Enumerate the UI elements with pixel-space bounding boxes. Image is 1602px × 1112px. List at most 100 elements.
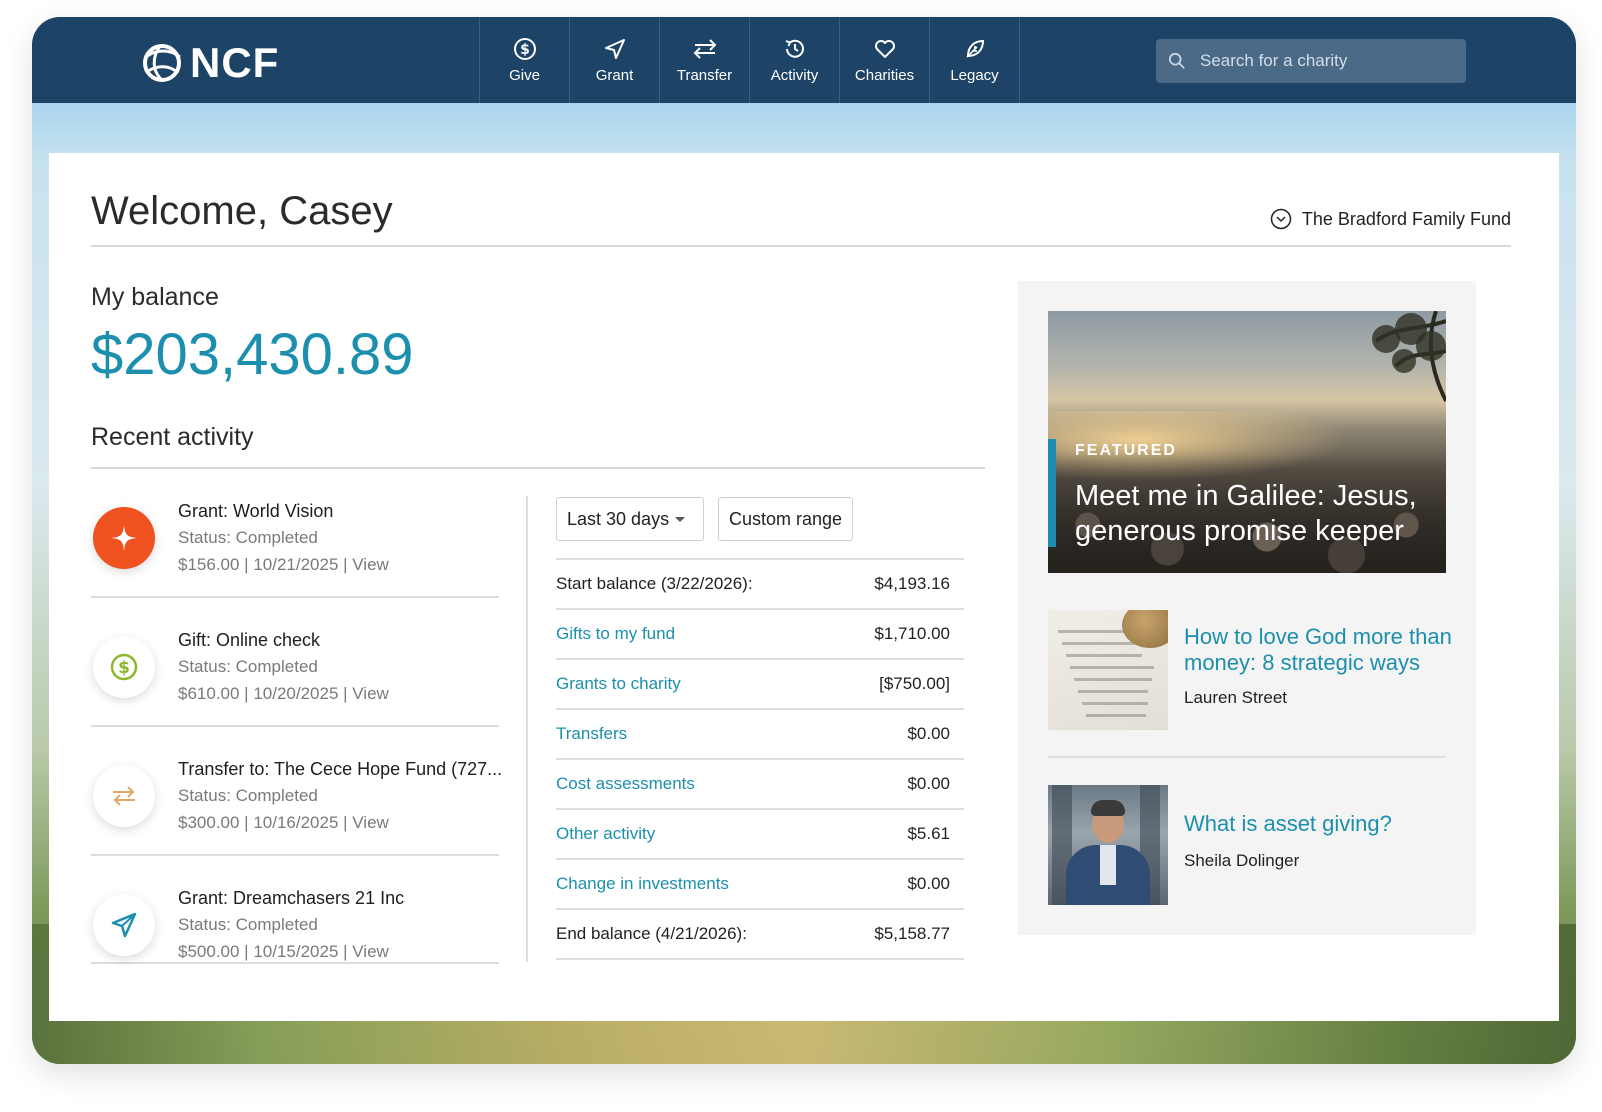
summary-row-cost-assessments: Cost assessments $0.00 (556, 760, 964, 810)
activity-meta[interactable]: $300.00 | 10/16/2025 | View (178, 813, 389, 833)
history-icon (785, 39, 804, 58)
activity-list: Grant: World Vision Status: Completed $1… (91, 469, 503, 964)
logo-text: NCF (190, 39, 280, 86)
range-controls: Last 30 days Custom range (556, 497, 854, 541)
custom-range-button[interactable]: Custom range (718, 497, 854, 541)
featured-accent-bar (1048, 439, 1056, 547)
caret-down-icon (675, 516, 685, 522)
summary-amount: $5,158.77 (874, 924, 950, 943)
globe-logo-icon (143, 44, 181, 82)
dollar-circle-icon: $ (93, 636, 155, 698)
summary-link-gifts[interactable]: Gifts to my fund (556, 624, 675, 644)
activity-meta[interactable]: $500.00 | 10/15/2025 | View (178, 942, 389, 962)
nav-legacy-label: Legacy (950, 66, 999, 84)
world-vision-logo-icon (93, 507, 155, 569)
grant-plane-icon (111, 912, 137, 938)
summary-row-end-balance: End balance (4/21/2026): $5,158.77 (556, 910, 964, 960)
summary-link-grants[interactable]: Grants to charity (556, 674, 681, 694)
summary-row-grants: Grants to charity [$750.00] (556, 660, 964, 710)
summary-amount: $5.61 (907, 824, 950, 843)
nav-grant[interactable]: Grant (570, 17, 660, 103)
fund-name: The Bradford Family Fund (1301, 208, 1511, 229)
article-title[interactable]: What is asset giving? (1184, 811, 1454, 837)
top-navigation: NCF $ Give Grant Transfer Activity Chari… (32, 17, 1576, 103)
ncf-logo[interactable]: NCF (140, 39, 279, 87)
article-card[interactable]: What is asset giving? Sheila Dolinger (1048, 785, 1446, 905)
summary-amount: $0.00 (907, 774, 950, 793)
activity-title: Gift: Online check (178, 630, 321, 650)
svg-text:$: $ (520, 42, 530, 58)
summary-link-cost-assessments[interactable]: Cost assessments (556, 774, 695, 794)
heart-icon (874, 39, 895, 58)
summary-label: End balance (4/21/2026): (556, 924, 747, 943)
activity-meta[interactable]: $610.00 | 10/20/2025 | View (178, 684, 389, 704)
nav-activity-label: Activity (770, 66, 819, 84)
welcome-heading: Welcome, Casey (91, 189, 393, 233)
dollar-icon: $ (110, 653, 138, 681)
date-range-dropdown[interactable]: Last 30 days (556, 497, 704, 541)
summary-row-gifts: Gifts to my fund $1,710.00 (556, 610, 964, 660)
summary-amount: $0.00 (907, 724, 950, 743)
balance-summary-table: Start balance (3/22/2026): $4,193.16 Gif… (556, 558, 964, 960)
featured-tag: FEATURED (1075, 442, 1177, 459)
main-nav: $ Give Grant Transfer Activity Charities… (479, 17, 1020, 103)
nav-charities[interactable]: Charities (840, 17, 930, 103)
summary-link-other-activity[interactable]: Other activity (556, 824, 655, 844)
summary-link-investments[interactable]: Change in investments (556, 874, 729, 894)
nav-activity[interactable]: Activity (750, 17, 840, 103)
recent-activity-title: Recent activity (91, 423, 254, 451)
newspaper-thumbnail (1048, 610, 1168, 730)
summary-row-start-balance: Start balance (3/22/2026): $4,193.16 (556, 560, 964, 610)
paper-plane-icon (93, 894, 155, 956)
summary-label: Start balance (3/22/2026): (556, 574, 753, 593)
activity-status: Status: Completed (178, 657, 318, 676)
summary-link-transfers[interactable]: Transfers (556, 724, 627, 744)
nav-legacy[interactable]: Legacy (930, 17, 1020, 103)
activity-title: Grant: Dreamchasers 21 Inc (178, 888, 405, 908)
activity-status: Status: Completed (178, 786, 318, 805)
activity-item[interactable]: Grant: Dreamchasers 21 Inc Status: Compl… (91, 856, 499, 964)
activity-status: Status: Completed (178, 528, 318, 547)
star-burst-icon (111, 525, 137, 551)
balance-label: My balance (91, 283, 219, 311)
nav-transfer-label: Transfer (676, 66, 733, 84)
article-author: Sheila Dolinger (1184, 851, 1300, 870)
summary-amount: $1,710.00 (874, 624, 950, 643)
tree-branch-image (1372, 311, 1446, 402)
activity-status: Status: Completed (178, 915, 318, 934)
activity-item[interactable]: $ Gift: Online check Status: Completed $… (91, 598, 499, 727)
app-frame: NCF $ Give Grant Transfer Activity Chari… (32, 17, 1576, 1064)
activity-title: Transfer to: The Cece Hope Fund (727... (178, 759, 503, 779)
fund-selector[interactable]: The Bradford Family Fund (1270, 208, 1511, 230)
search-input[interactable] (1200, 51, 1440, 71)
businessman-thumbnail (1048, 785, 1168, 905)
chevron-down-circle-icon (1270, 208, 1292, 230)
arrows-exchange-icon (693, 38, 716, 59)
nav-transfer[interactable]: Transfer (660, 17, 750, 103)
balance-value: $203,430.89 (91, 322, 414, 387)
date-range-selected: Last 30 days (567, 508, 670, 529)
leaf-icon (965, 39, 984, 58)
featured-article[interactable]: FEATURED Meet me in Galilee: Jesus, gene… (1048, 311, 1446, 573)
svg-text:$: $ (118, 658, 130, 678)
activity-meta[interactable]: $156.00 | 10/21/2025 | View (178, 555, 389, 575)
header-divider (91, 245, 1511, 247)
summary-amount: $4,193.16 (874, 574, 950, 593)
article-divider (1048, 756, 1446, 758)
activity-title: Grant: World Vision (178, 501, 334, 521)
dashboard-card: Welcome, Casey The Bradford Family Fund … (49, 153, 1559, 1021)
nav-give-label: Give (509, 66, 540, 84)
activity-item[interactable]: Transfer to: The Cece Hope Fund (727... … (91, 727, 503, 856)
charity-search[interactable] (1156, 39, 1466, 83)
nav-grant-label: Grant (595, 66, 634, 84)
summary-row-transfers: Transfers $0.00 (556, 710, 964, 760)
article-title[interactable]: How to love God more than money: 8 strat… (1184, 624, 1454, 676)
arrows-exchange-icon (93, 765, 155, 827)
column-divider (526, 496, 528, 962)
featured-title: Meet me in Galilee: Jesus, generous prom… (1075, 480, 1417, 547)
transfer-icon (113, 786, 135, 806)
activity-item[interactable]: Grant: World Vision Status: Completed $1… (91, 469, 499, 598)
paper-plane-icon (604, 38, 625, 59)
nav-give[interactable]: $ Give (480, 17, 570, 103)
article-card[interactable]: How to love God more than money: 8 strat… (1048, 610, 1452, 730)
